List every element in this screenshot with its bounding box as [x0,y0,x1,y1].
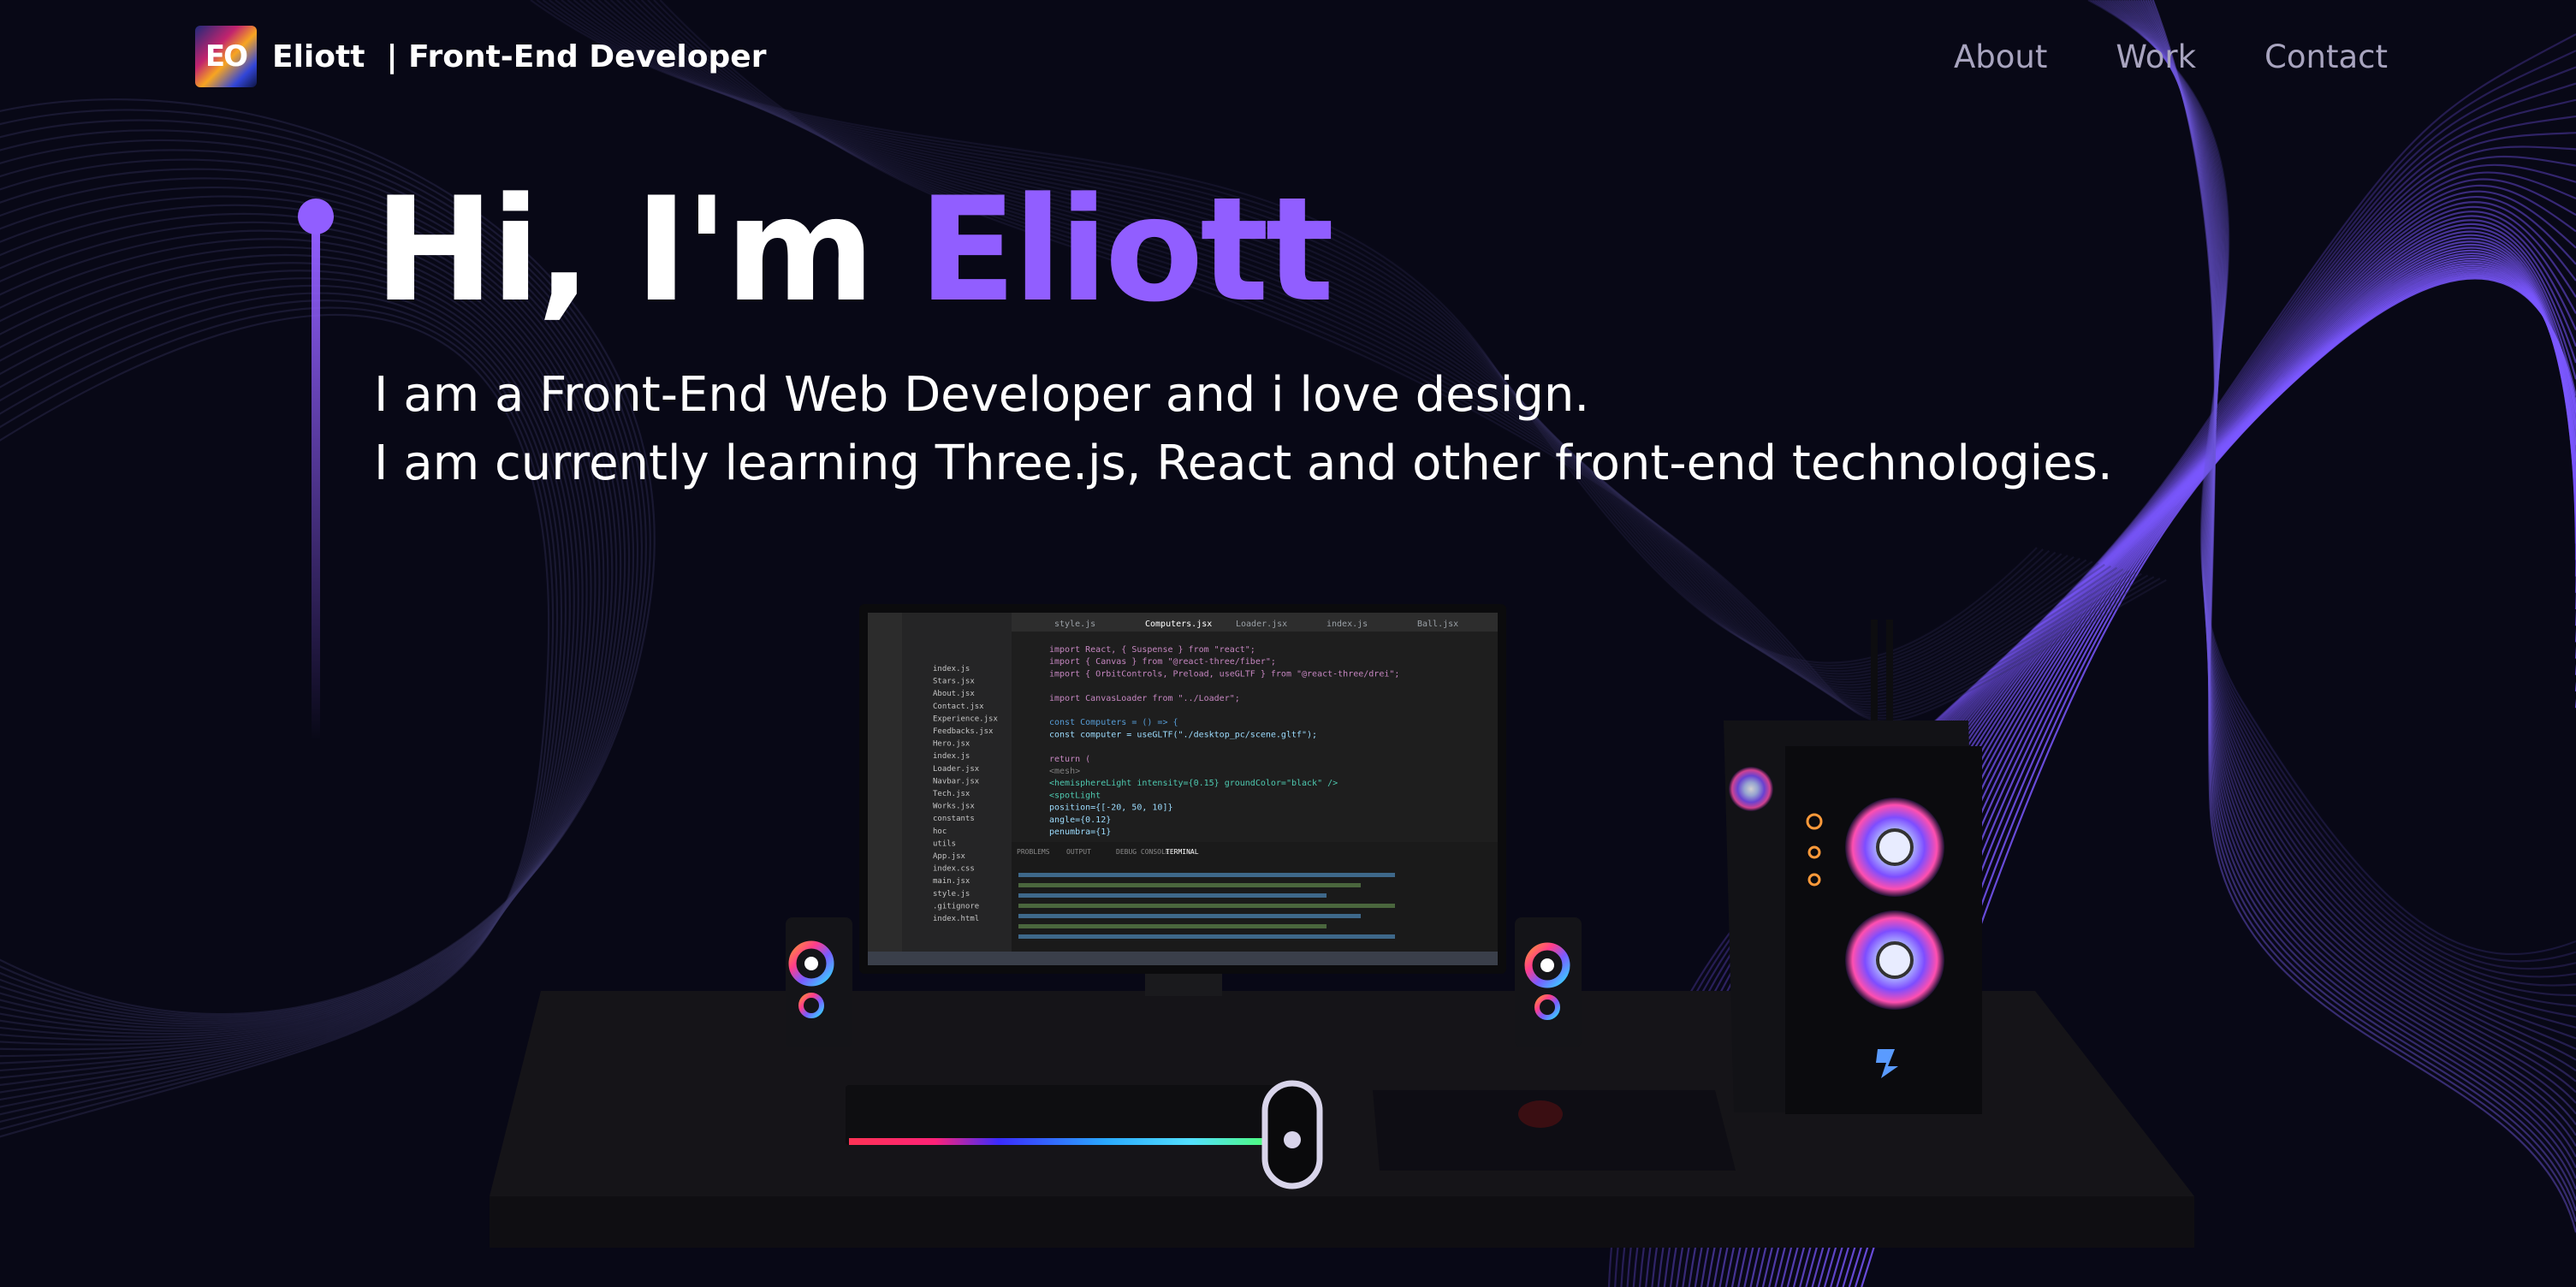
code-line: const computer = useGLTF("./desktop_pc/s… [1049,730,1317,739]
editor-tab: Ball.jsx [1417,620,1458,629]
code-line: import React, { Suspense } from "react"; [1049,645,1255,655]
terminal-line [1018,883,1361,887]
explorer-file: index.html [933,915,979,923]
code-line: position={[-20, 50, 10]} [1049,804,1173,813]
code-line: <spotLight [1049,791,1101,800]
panel-tab: OUTPUT [1066,848,1091,856]
terminal-line [1018,904,1395,908]
code-line: import CanvasLoader from "../Loader"; [1049,694,1240,703]
explorer-file: style.js [933,890,970,899]
speaker-right [1515,917,1582,1047]
monitor: style.js Computers.jsx Loader.jsx index.js B… [859,604,1506,996]
keyboard [846,1085,1280,1145]
explorer-file: App.jsx [933,852,966,861]
desktop-pc-scene[interactable]: style.js Computers.jsx Loader.jsx index.js B… [0,0,2576,1287]
explorer-file: Hero.jsx [933,740,970,749]
code-line: <mesh> [1049,767,1080,776]
code-line: <hemisphereLight intensity={0.15} ground… [1049,779,1338,788]
speaker-left [786,917,852,1047]
terminal-line [1018,893,1327,898]
explorer-file: index.css [933,865,975,874]
code-line: import { Canvas } from "@react-three/fib… [1049,657,1276,667]
pc-tower [1724,620,1982,1114]
code-line: import { OrbitControls, Preload, useGLTF… [1049,669,1399,679]
explorer-file: Loader.jsx [933,765,980,774]
code-line: angle={0.12} [1049,815,1111,825]
explorer-file: utils [933,839,956,848]
terminal-line [1018,873,1395,877]
code-line: return ( [1049,755,1090,764]
explorer-file: Contact.jsx [933,703,984,711]
editor-tab: Loader.jsx [1236,620,1287,629]
terminal-line [1018,934,1395,939]
panel-tab: TERMINAL [1166,848,1199,856]
explorer-file: index.js [933,752,970,761]
explorer-file: Stars.jsx [933,678,975,686]
explorer-file: constants [933,815,975,823]
explorer-file: Navbar.jsx [933,777,980,786]
panel-tab: DEBUG CONSOLE [1116,848,1170,856]
explorer-file: About.jsx [933,690,975,698]
editor-tab: Computers.jsx [1145,620,1212,629]
code-line: const Computers = () => { [1049,718,1178,727]
editor-tab: index.js [1327,620,1368,629]
terminal-line [1018,914,1361,918]
explorer-file: .gitignore [933,902,979,910]
explorer-file: hoc [933,827,947,836]
code-line: penumbra={1} [1049,827,1111,837]
terminal-line [1018,924,1327,928]
explorer-file: Works.jsx [933,803,975,811]
explorer-file: main.jsx [933,877,970,886]
explorer-file: Tech.jsx [933,790,970,798]
editor-tab: style.js [1054,620,1095,629]
mouse [1261,1080,1323,1189]
explorer-file: index.js [933,665,970,673]
explorer-file: Feedbacks.jsx [933,727,994,736]
mouse-pad [1373,1090,1736,1171]
panel-tab: PROBLEMS [1017,848,1050,856]
explorer-file: Experience.jsx [933,715,998,723]
